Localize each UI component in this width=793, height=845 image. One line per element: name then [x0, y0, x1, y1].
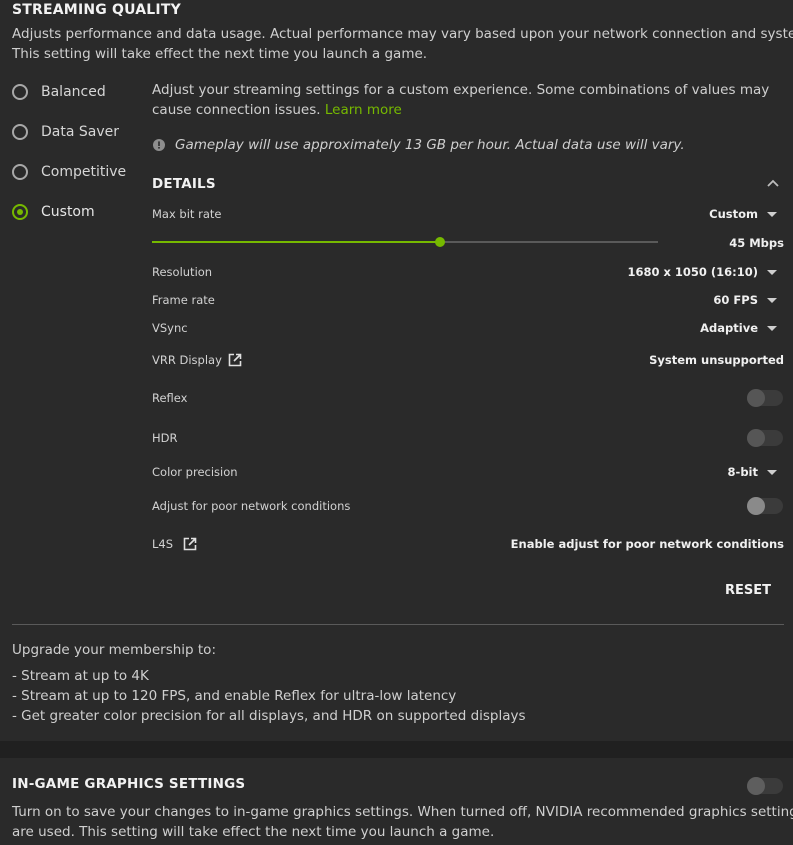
custom-info-line-2: cause connection issues. Learn more — [152, 102, 402, 118]
resolution-label: Resolution — [152, 265, 213, 279]
toggle-knob — [747, 497, 765, 515]
radio-competitive[interactable] — [12, 164, 28, 180]
streaming-quality-description-2: This setting will take effect the next t… — [12, 46, 428, 62]
chevron-down-icon — [767, 211, 777, 217]
radio-data-saver[interactable] — [12, 124, 28, 140]
in-game-graphics-toggle[interactable] — [747, 777, 783, 795]
divider — [12, 624, 784, 625]
max-bit-rate-label: Max bit rate — [152, 207, 222, 221]
max-bit-rate-dropdown[interactable]: Custom — [709, 207, 777, 221]
color-precision-dropdown[interactable]: 8-bit — [728, 465, 777, 479]
vsync-label: VSync — [152, 321, 188, 335]
in-game-graphics-description-1: Turn on to save your changes to in-game … — [12, 804, 793, 820]
resolution-value: 1680 x 1050 (16:10) — [627, 265, 758, 279]
hdr-toggle[interactable] — [747, 429, 783, 447]
external-link-icon[interactable] — [228, 353, 242, 367]
color-precision-value: 8-bit — [727, 465, 758, 479]
max-bit-rate-value: 45 Mbps — [729, 236, 784, 250]
frame-rate-dropdown[interactable]: 60 FPS — [713, 293, 777, 307]
preset-competitive-label: Competitive — [41, 164, 127, 180]
streaming-quality-description-1: Adjusts performance and data usage. Actu… — [12, 26, 793, 42]
poor-network-label: Adjust for poor network conditions — [152, 499, 351, 513]
reset-button[interactable]: RESET — [725, 583, 771, 598]
slider-thumb[interactable] — [435, 237, 446, 247]
info-icon — [153, 139, 165, 151]
preset-custom[interactable]: Custom — [12, 201, 95, 223]
frame-rate-value: 60 FPS — [713, 293, 758, 307]
resolution-dropdown[interactable]: 1680 x 1050 (16:10) — [627, 265, 777, 279]
preset-competitive[interactable]: Competitive — [12, 161, 126, 183]
reflex-toggle[interactable] — [747, 389, 783, 407]
streaming-quality-panel: STREAMING QUALITY Adjusts performance an… — [0, 0, 793, 741]
preset-custom-label: Custom — [41, 204, 95, 220]
chevron-down-icon — [767, 469, 777, 475]
upgrade-item: - Stream at up to 120 FPS, and enable Re… — [12, 688, 457, 704]
chevron-down-icon — [767, 325, 777, 331]
poor-network-toggle[interactable] — [747, 497, 783, 515]
toggle-knob — [747, 777, 765, 795]
data-usage-note: Gameplay will use approximately 13 GB pe… — [175, 137, 685, 153]
vrr-display-label: VRR Display — [152, 353, 222, 367]
streaming-quality-title: STREAMING QUALITY — [12, 2, 181, 18]
external-link-icon[interactable] — [183, 537, 197, 551]
preset-data-saver-label: Data Saver — [41, 124, 119, 140]
custom-info-line-1: Adjust your streaming settings for a cus… — [152, 82, 770, 98]
upgrade-heading: Upgrade your membership to: — [12, 642, 216, 658]
preset-balanced-label: Balanced — [41, 84, 106, 100]
vrr-display-value: System unsupported — [649, 353, 784, 367]
hdr-label: HDR — [152, 431, 178, 445]
vsync-dropdown[interactable]: Adaptive — [700, 321, 777, 335]
color-precision-label: Color precision — [152, 465, 238, 479]
in-game-graphics-description-2: are used. This setting will take effect … — [12, 824, 495, 840]
toggle-knob — [747, 429, 765, 447]
learn-more-link[interactable]: Learn more — [325, 102, 402, 118]
frame-rate-label: Frame rate — [152, 293, 215, 307]
preset-data-saver[interactable]: Data Saver — [12, 121, 119, 143]
chevron-down-icon — [767, 269, 777, 275]
radio-custom[interactable] — [12, 204, 28, 220]
preset-balanced[interactable]: Balanced — [12, 81, 106, 103]
details-heading: DETAILS — [152, 176, 216, 192]
l4s-label: L4S — [152, 537, 174, 551]
chevron-up-icon[interactable] — [766, 179, 780, 188]
upgrade-item: - Stream at up to 4K — [12, 668, 149, 684]
slider-fill — [152, 241, 441, 243]
reflex-label: Reflex — [152, 391, 188, 405]
vsync-value: Adaptive — [700, 321, 758, 335]
chevron-down-icon — [767, 297, 777, 303]
in-game-graphics-title: IN-GAME GRAPHICS SETTINGS — [12, 776, 246, 792]
in-game-graphics-panel: IN-GAME GRAPHICS SETTINGS Turn on to sav… — [0, 758, 793, 845]
upgrade-item: - Get greater color precision for all di… — [12, 708, 526, 724]
toggle-knob — [747, 389, 765, 407]
l4s-value: Enable adjust for poor network condition… — [510, 537, 784, 551]
radio-balanced[interactable] — [12, 84, 28, 100]
max-bit-rate-mode: Custom — [709, 207, 758, 221]
